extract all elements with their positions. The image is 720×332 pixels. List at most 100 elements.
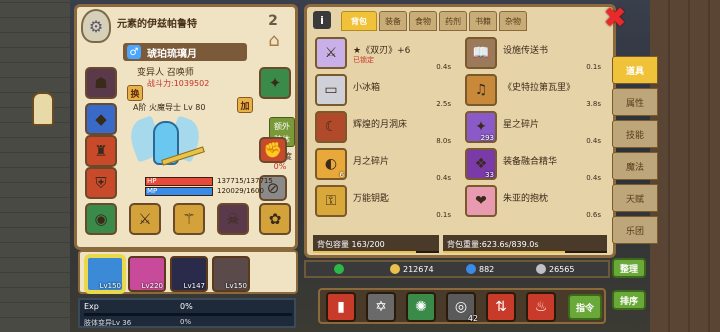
item-weight: 0.1s: [586, 63, 601, 71]
item-count: 33: [485, 171, 494, 179]
stone-wall: [0, 0, 70, 332]
vitals: HP 137715/137715 MP 120029/1600: [145, 177, 273, 197]
amulet-slot[interactable]: ◆: [85, 103, 117, 135]
tab-3[interactable]: 药剂: [439, 11, 467, 31]
robe-slot[interactable]: ⛨: [85, 167, 117, 199]
rank-level: A阶 火魔导士 Lv 80: [133, 103, 206, 112]
swap-button[interactable]: 换: [127, 85, 143, 101]
command-button[interactable]: 指令: [568, 294, 602, 320]
exp-label: Exp: [84, 302, 99, 311]
eye-icon[interactable]: ◎ 42: [446, 292, 478, 323]
fire-icon[interactable]: ♨: [526, 292, 556, 322]
sort-button[interactable]: 整理: [612, 258, 646, 278]
red-arrows-icon[interactable]: ⇅: [486, 292, 516, 322]
class-emblem-icon[interactable]: ⚙: [81, 9, 111, 43]
hexagram-icon[interactable]: ✡: [366, 292, 396, 322]
male-icon: ♂: [127, 45, 141, 59]
item-name: 装备融合精华: [503, 157, 558, 167]
ring-slot[interactable]: ◉: [85, 203, 117, 235]
character-name: 琥珀琉璃月: [147, 48, 197, 60]
hunger-value: 0%: [273, 162, 287, 171]
tab-1[interactable]: 装备: [379, 11, 407, 31]
mp-value: 120029/1600: [217, 187, 264, 195]
weapon-slot[interactable]: ⚔: [129, 203, 161, 235]
side-tab-4[interactable]: 天赋: [612, 184, 658, 212]
bag-panel: i 背包 装备 食物 药剂 书籍 杂物 ⚔ ★《双刃》+6 已锁定 0.4s 📖 设施传送书 0.1s…: [304, 4, 616, 258]
bag-item[interactable]: ⚔ ★《双刃》+6 已锁定 0.4s: [315, 37, 451, 71]
bag-item[interactable]: ⚿ 万能钥匙 0.1s: [315, 185, 451, 219]
gold-currency: [334, 264, 344, 274]
limb-exp-row: 肢体变异Lv 36 0%: [84, 318, 292, 328]
side-tab-3[interactable]: 魔法: [612, 152, 658, 180]
capacity-track: [313, 251, 439, 253]
item-grid: ⚔ ★《双刃》+6 已锁定 0.4s 📖 设施传送书 0.1s ▭ 小冰箱 2.5s ♫ 《史特拉第瓦…: [315, 37, 611, 227]
dual-blade-icon: ⚔: [315, 37, 347, 69]
item-weight: 0.4s: [586, 137, 601, 145]
character-name-bar[interactable]: ♂ 琥珀琉璃月: [123, 43, 247, 61]
red-card-icon[interactable]: ▮: [326, 292, 356, 322]
item-weight: 3.8s: [586, 100, 601, 108]
mp-row: MP 120029/1600: [145, 187, 265, 196]
member-level: Lv147: [183, 282, 205, 290]
hanger-icon[interactable]: ⌂: [259, 32, 289, 50]
party-member[interactable]: Lv147: [170, 256, 208, 292]
bag-item[interactable]: ✦ 293 星之碎片 0.4s: [465, 111, 601, 145]
bag-item[interactable]: ❤ 朱亚的抱枕 0.6s: [465, 185, 601, 219]
weight-bar: 背包重量:623.6s/839.0s: [443, 235, 607, 253]
hero-sprite[interactable]: [125, 113, 205, 175]
tab-4[interactable]: 书籍: [469, 11, 497, 31]
arrange-button[interactable]: 排序: [612, 290, 646, 310]
bag-item[interactable]: ❖ 33 装备融合精华 0.4s: [465, 148, 601, 182]
add-button[interactable]: 加: [237, 97, 253, 113]
gem-value: 882: [479, 264, 495, 274]
tab-5[interactable]: 杂物: [499, 11, 527, 31]
item-count: 293: [480, 134, 494, 142]
exp-row: Exp 0%: [84, 302, 292, 316]
staff-slot[interactable]: ⚚: [173, 203, 205, 235]
flower-slot[interactable]: ✿: [259, 203, 291, 235]
party-member[interactable]: Lv150: [86, 256, 124, 292]
gem-helm-slot[interactable]: ✦: [259, 67, 291, 99]
capacity-label: 背包容量 163/200: [317, 239, 385, 249]
bag-item[interactable]: ◐ 6 月之碎片 0.4s: [315, 148, 451, 182]
item-weight: 0.4s: [436, 174, 451, 182]
side-tab-5[interactable]: 乐团: [612, 216, 658, 244]
bag-item[interactable]: ♫ 《史特拉第瓦里》 3.8s: [465, 74, 601, 108]
npc-figure[interactable]: [32, 92, 54, 126]
bag-item[interactable]: ▭ 小冰箱 2.5s: [315, 74, 451, 108]
tab-2[interactable]: 食物: [409, 11, 437, 31]
item-name: 星之碎片: [503, 120, 540, 130]
capacity-bar: 背包容量 163/200: [313, 235, 439, 253]
gold-amount: 212674: [390, 264, 434, 274]
character-panel: ⚙ 元素的伊兹帕鲁特 2 ⌂ ♂ 琥珀琉璃月 变异人 召唤师 战斗力:10395…: [74, 4, 298, 250]
skill-count: 42: [467, 314, 478, 323]
item-name: 《史特拉第瓦里》: [503, 83, 576, 93]
party-member[interactable]: Lv150: [212, 256, 250, 292]
info-button[interactable]: i: [313, 11, 331, 29]
star-shard-icon: ✦ 293: [465, 111, 497, 143]
item-lock-status: 已锁定: [353, 56, 374, 64]
accessory-slot[interactable]: ☠: [217, 203, 249, 235]
green-burst-icon[interactable]: ✺: [406, 292, 436, 322]
hp-row: HP 137715/137715: [145, 177, 273, 186]
item-weight: 8.0s: [436, 137, 451, 145]
party-member[interactable]: Lv220: [128, 256, 166, 292]
race-class: 变异人 召唤师: [137, 68, 194, 78]
fridge-icon: ▭: [315, 74, 347, 106]
limb-exp-label: 肢体变异Lv 36: [84, 319, 132, 327]
side-tab-2[interactable]: 技能: [612, 120, 658, 148]
fist-slot[interactable]: ✊: [259, 137, 287, 163]
bag-item[interactable]: 📖 设施传送书 0.1s: [465, 37, 601, 71]
chest-armor-slot[interactable]: ♜: [85, 135, 117, 167]
head-armor-slot[interactable]: ☗: [85, 67, 117, 99]
tab-0[interactable]: 背包: [341, 11, 377, 31]
item-name: 朱亚的抱枕: [503, 194, 549, 204]
side-tab-1[interactable]: 属性: [612, 88, 658, 116]
item-weight: 0.1s: [436, 211, 451, 219]
bag-item[interactable]: ☾ 辉煌的月洞床 8.0s: [315, 111, 451, 145]
capacity-fill: [313, 251, 416, 253]
close-icon[interactable]: ✖: [602, 4, 628, 32]
hp-label: HP: [147, 177, 157, 185]
weight-track: [443, 251, 607, 253]
side-tab-0[interactable]: 道具: [612, 56, 658, 84]
